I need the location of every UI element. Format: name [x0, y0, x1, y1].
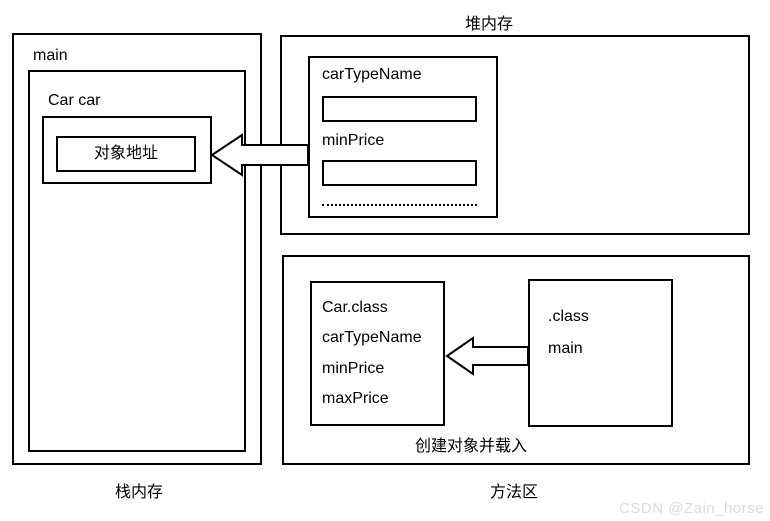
arrow-runtime-to-class — [445, 332, 530, 380]
runtime-l2: main — [548, 333, 653, 365]
minprice-field — [322, 160, 477, 186]
cartypename-label: carTypeName — [322, 66, 422, 84]
watermark: CSDN @Zain_horse — [619, 500, 764, 517]
main-frame-label: main — [33, 47, 68, 65]
runtime-box: .class main — [528, 279, 673, 427]
carclass-l1: Car.class — [322, 293, 433, 323]
runtime-l1: .class — [548, 301, 653, 333]
carclass-l2: carTypeName — [322, 323, 433, 353]
heap-title: 堆内存 — [465, 10, 513, 34]
methodarea-title: 方法区 — [490, 478, 538, 502]
methodarea-caption: 创建对象并载入 — [415, 432, 527, 456]
value-box: 对象地址 — [56, 136, 196, 172]
carclass-l3: minPrice — [322, 354, 433, 384]
minprice-label: minPrice — [322, 132, 384, 150]
dotted-continuation — [322, 204, 477, 206]
stack-title: 栈内存 — [115, 478, 163, 502]
value-text: 对象地址 — [94, 145, 158, 162]
arrow-heap-to-stack — [210, 128, 310, 182]
var-label: Car car — [48, 92, 100, 110]
carclass-l4: maxPrice — [322, 384, 433, 414]
cartypename-field — [322, 96, 477, 122]
carclass-box: Car.class carTypeName minPrice maxPrice — [310, 281, 445, 426]
